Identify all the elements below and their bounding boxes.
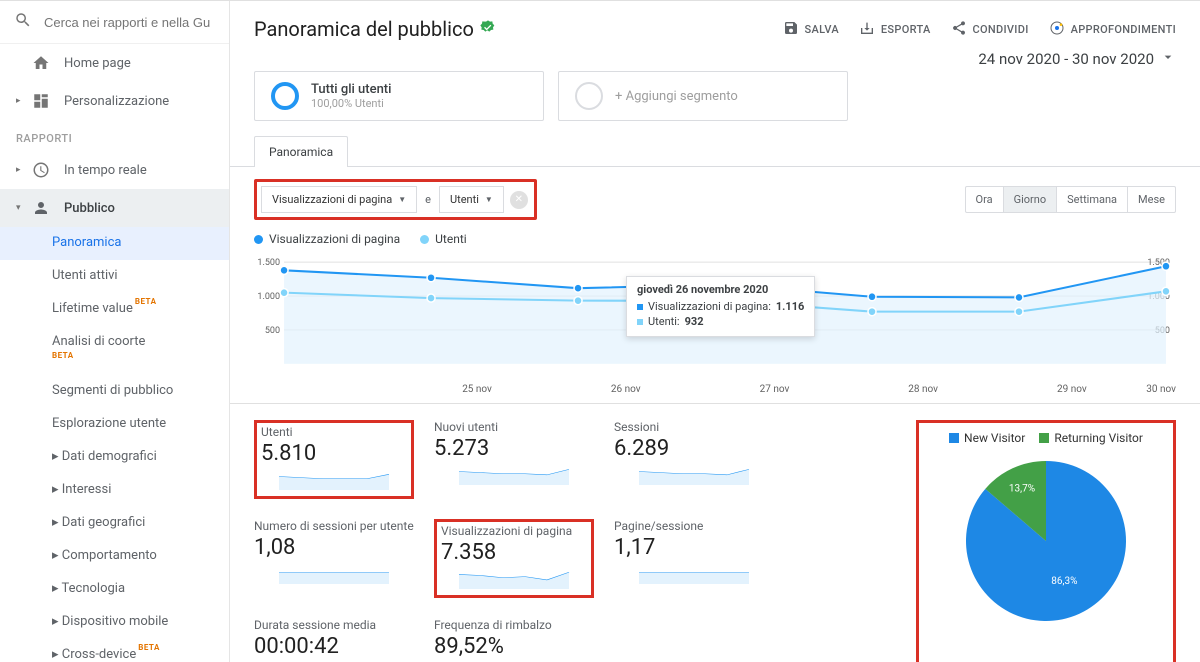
segment-add[interactable]: + Aggiungi segmento	[558, 71, 848, 121]
clock-icon	[32, 161, 50, 179]
page-title: Panoramica del pubblico	[254, 17, 496, 41]
legend-dot-1	[254, 235, 263, 244]
svg-text:86,3%: 86,3%	[1051, 576, 1077, 587]
gran-day[interactable]: Giorno	[1003, 187, 1057, 212]
pie-chart: 86,3% 13,7%	[956, 451, 1136, 631]
chevron-down-icon: ▼	[398, 195, 406, 204]
clear-metric-button[interactable]: ✕	[510, 191, 528, 209]
stat-users[interactable]: Utenti5.810	[254, 420, 414, 499]
nav-realtime[interactable]: ▸ In tempo reale	[0, 151, 229, 189]
nav-reports-label: RAPPORTI	[0, 120, 229, 151]
gran-month[interactable]: Mese	[1127, 187, 1175, 212]
stat-pages-per-session[interactable]: Pagine/sessione1,17	[614, 519, 774, 598]
chart-tooltip: giovedì 26 novembre 2020 Visualizzazioni…	[626, 276, 815, 337]
nav-interests[interactable]: ▸ Interessi	[0, 474, 229, 507]
close-icon: ✕	[515, 194, 523, 205]
metric2-dropdown[interactable]: Utenti▼	[439, 186, 504, 213]
export-button[interactable]: ESPORTA	[859, 20, 931, 39]
search-icon	[14, 11, 44, 33]
svg-text:1.000: 1.000	[257, 292, 280, 302]
caret-icon: ▸	[16, 96, 26, 106]
sparkline	[254, 562, 414, 584]
nav-customization[interactable]: ▸ Personalizzazione	[0, 82, 229, 120]
stat-new-users[interactable]: Nuovi utenti5.273	[434, 420, 594, 499]
main-content: Panoramica del pubblico SALVA ESPORTA CO…	[230, 1, 1200, 662]
stat-avg-duration[interactable]: Durata sessione media00:00:42	[254, 618, 414, 662]
main-chart: 5005001.0001.0001.5001.500 giovedì 26 no…	[230, 252, 1200, 382]
pie-legend-sq-returning	[1039, 433, 1049, 443]
sparkline	[441, 567, 587, 589]
sparkline	[434, 463, 594, 485]
caret-icon: ▸	[16, 165, 26, 175]
nav-mobile[interactable]: ▸ Dispositivo mobile	[0, 606, 229, 639]
nav-technology[interactable]: ▸ Tecnologia	[0, 573, 229, 606]
person-icon	[32, 199, 50, 217]
nav-home[interactable]: Home page	[0, 44, 229, 82]
svg-text:1.500: 1.500	[257, 258, 280, 268]
nav-segments[interactable]: Segmenti di pubblico	[0, 375, 229, 408]
insights-icon	[1049, 20, 1065, 39]
dashboard-icon	[32, 92, 50, 110]
nav-user-explorer[interactable]: Esplorazione utente	[0, 408, 229, 441]
sidebar: Home page ▸ Personalizzazione RAPPORTI ▸…	[0, 1, 230, 662]
stat-bounce[interactable]: Frequenza di rimbalzo89,52%	[434, 618, 594, 662]
nav-lifetime-value[interactable]: Lifetime valueBETA	[0, 293, 229, 326]
export-icon	[859, 20, 875, 39]
nav-audience[interactable]: ▾ Pubblico	[0, 189, 229, 227]
save-icon	[783, 20, 799, 39]
nav-overview[interactable]: Panoramica	[0, 227, 229, 260]
gran-week[interactable]: Settimana	[1056, 187, 1127, 212]
nav-customization-label: Personalizzazione	[64, 94, 169, 109]
chart-legend: Visualizzazioni di pagina Utenti	[230, 232, 1200, 252]
save-button[interactable]: SALVA	[783, 20, 839, 39]
date-range-picker[interactable]: 24 nov 2020 - 30 nov 2020	[978, 49, 1176, 69]
nav-home-label: Home page	[64, 56, 131, 71]
nav-audience-label: Pubblico	[64, 201, 115, 216]
pie-legend: New Visitor Returning Visitor	[925, 427, 1167, 451]
share-button[interactable]: CONDIVIDI	[951, 20, 1029, 39]
granularity-toggle: Ora Giorno Settimana Mese	[965, 186, 1177, 213]
nav-geo[interactable]: ▸ Dati geografici	[0, 507, 229, 540]
svg-text:13,7%: 13,7%	[1009, 484, 1035, 495]
stat-sessions-per-user[interactable]: Numero di sessioni per utente1,08	[254, 519, 414, 598]
search-bar[interactable]	[0, 1, 229, 44]
chart-xaxis: 25 nov26 nov27 nov28 nov29 nov30 nov	[230, 382, 1200, 404]
tab-overview[interactable]: Panoramica	[254, 136, 348, 167]
nav-behavior[interactable]: ▸ Comportamento	[0, 540, 229, 573]
metric1-dropdown[interactable]: Visualizzazioni di pagina▼	[261, 186, 417, 213]
sparkline	[261, 468, 407, 490]
nav-active-users[interactable]: Utenti attivi	[0, 260, 229, 293]
legend-dot-2	[420, 235, 429, 244]
pie-legend-sq-new	[949, 433, 959, 443]
gran-hour[interactable]: Ora	[966, 187, 1003, 212]
sparkline	[614, 463, 774, 485]
stat-pageviews[interactable]: Visualizzazioni di pagina7.358	[434, 519, 594, 598]
topbar: Panoramica del pubblico SALVA ESPORTA CO…	[230, 1, 1200, 53]
sparkline	[614, 562, 774, 584]
nav-cross-device[interactable]: ▸ Cross-deviceBETA	[0, 639, 229, 662]
home-icon	[32, 54, 50, 72]
metric-selectors-highlight: Visualizzazioni di pagina▼ e Utenti▼ ✕	[254, 179, 537, 220]
segment-ring-icon	[271, 82, 299, 110]
pie-chart-highlight: New Visitor Returning Visitor 86,3% 13,7%	[916, 420, 1176, 662]
share-icon	[951, 20, 967, 39]
verified-icon	[480, 19, 496, 39]
chevron-down-icon	[1160, 49, 1176, 69]
stat-sessions[interactable]: Sessioni6.289	[614, 420, 774, 499]
chevron-down-icon: ▼	[485, 195, 493, 204]
nav-demographics[interactable]: ▸ Dati demografici	[0, 441, 229, 474]
nav-cohort[interactable]: Analisi di coorteBETA	[0, 326, 229, 376]
svg-text:500: 500	[265, 326, 280, 336]
caret-down-icon: ▾	[16, 203, 26, 213]
search-input[interactable]	[44, 15, 220, 30]
insights-button[interactable]: APPROFONDIMENTI	[1049, 20, 1176, 39]
segment-add-ring-icon	[575, 82, 603, 110]
segment-all-users[interactable]: Tutti gli utenti 100,00% Utenti	[254, 71, 544, 121]
nav-realtime-label: In tempo reale	[64, 163, 147, 178]
